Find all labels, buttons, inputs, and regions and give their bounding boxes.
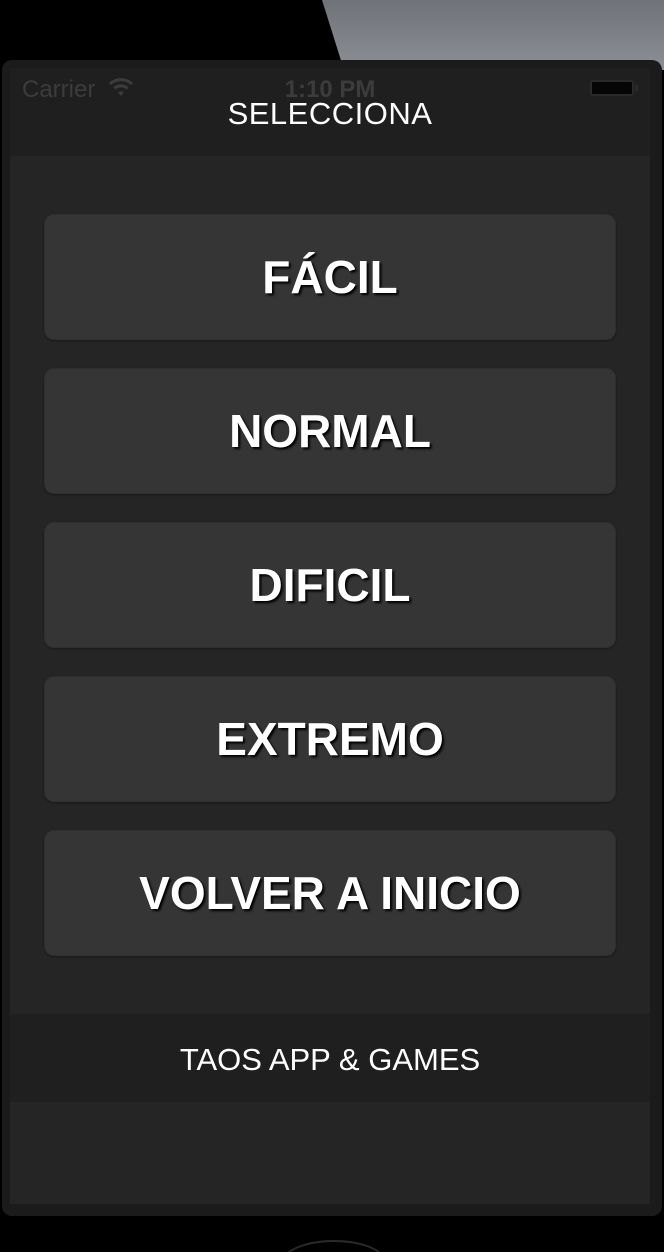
difficulty-menu: FÁCIL NORMAL DIFICIL EXTREMO VOLVER A IN… bbox=[44, 214, 616, 984]
footer-credit: TAOS APP & GAMES bbox=[179, 1042, 481, 1077]
battery-icon bbox=[590, 80, 638, 96]
back-to-home-button[interactable]: VOLVER A INICIO bbox=[44, 830, 616, 956]
extreme-button[interactable]: EXTREMO bbox=[44, 676, 616, 802]
home-button bbox=[282, 1240, 386, 1252]
difficult-button[interactable]: DIFICIL bbox=[44, 522, 616, 648]
page-title: SELECCIONA bbox=[227, 96, 433, 131]
app-screen: Carrier 1:10 PM SELECCIONA FÁCIL NORMAL … bbox=[10, 68, 650, 1204]
footer-bar: TAOS APP & GAMES bbox=[10, 1014, 650, 1102]
normal-button[interactable]: NORMAL bbox=[44, 368, 616, 494]
device-backdrop: Carrier 1:10 PM SELECCIONA FÁCIL NORMAL … bbox=[0, 0, 664, 1252]
navigation-bar: Carrier 1:10 PM SELECCIONA bbox=[10, 68, 650, 156]
easy-button[interactable]: FÁCIL bbox=[44, 214, 616, 340]
